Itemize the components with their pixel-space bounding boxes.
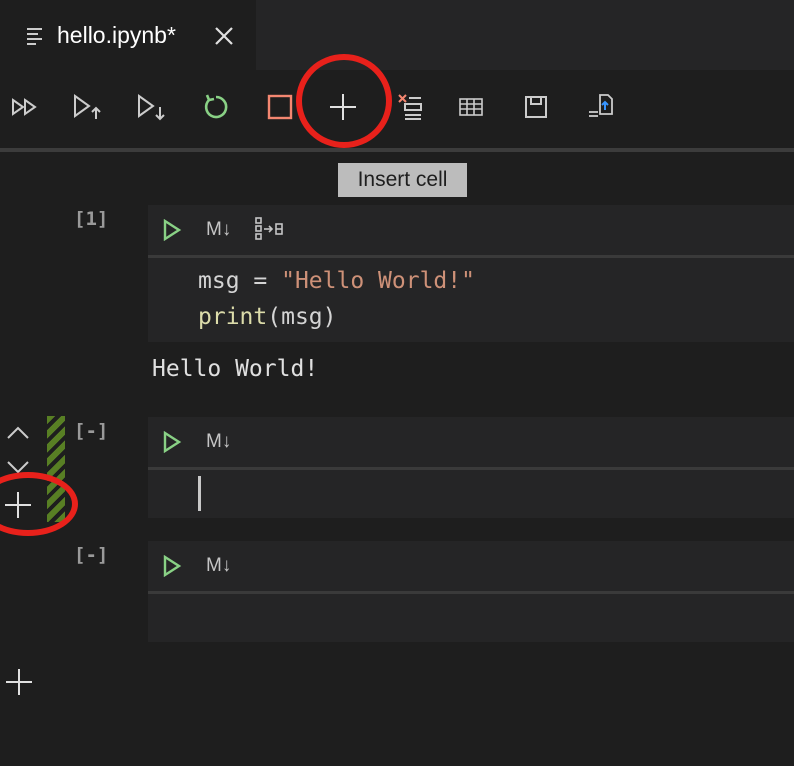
restart-kernel-icon[interactable] [199,90,233,124]
tab-title: hello.ipynb* [57,22,176,48]
save-icon[interactable] [519,90,553,124]
code-token: = [239,268,282,294]
export-icon[interactable] [584,90,618,124]
code-token: (msg) [267,304,337,330]
variable-explorer-icon[interactable] [254,216,286,247]
run-above-icon[interactable] [71,90,105,124]
toolbar-divider [0,148,794,152]
markdown-toggle[interactable]: M↓ [206,555,231,577]
code-token: "Hello World!" [281,268,475,294]
cell-1-execution-count: [1] [74,208,109,230]
close-icon[interactable] [214,26,234,51]
markdown-toggle[interactable]: M↓ [206,431,231,453]
tab-bar: hello.ipynb* [0,0,794,70]
cell-2-execution-count: [-] [74,420,109,442]
cell-3-toolbar: M↓ [148,541,794,591]
notebook-toolbar [0,70,794,148]
add-cell-icon[interactable] [4,667,34,697]
move-cell-up-icon[interactable] [6,422,30,442]
cell-2-toolbar: M↓ [148,417,794,467]
annotation-circle-toolbar [296,54,392,148]
list-lines-icon [26,27,44,50]
cell-2-editor[interactable] [148,470,794,518]
cell-1-output: Hello World! [152,356,319,382]
cell-1-editor[interactable]: msg = "Hello World!" print(msg) [148,258,794,342]
cell-3-execution-count: [-] [74,544,109,566]
tab-hello-ipynb[interactable]: hello.ipynb* [0,0,256,70]
run-below-icon[interactable] [135,90,169,124]
cell-1-toolbar: M↓ [148,205,794,255]
text-cursor [198,476,201,511]
code-line-2: print(msg) [198,304,337,330]
code-token: msg [198,268,240,294]
code-line-1: msg = "Hello World!" [198,268,475,294]
cell-3-editor[interactable] [148,594,794,642]
interrupt-kernel-icon[interactable] [263,90,297,124]
run-all-icon[interactable] [8,90,42,124]
code-token: print [198,304,268,330]
annotation-circle-side [0,472,78,536]
clear-outputs-icon[interactable] [393,90,427,124]
run-cell-icon[interactable] [162,430,182,458]
markdown-toggle[interactable]: M↓ [206,219,231,241]
insert-cell-tooltip: Insert cell [338,163,467,197]
run-cell-icon[interactable] [162,218,182,246]
variables-icon[interactable] [454,90,488,124]
run-cell-icon[interactable] [162,554,182,582]
